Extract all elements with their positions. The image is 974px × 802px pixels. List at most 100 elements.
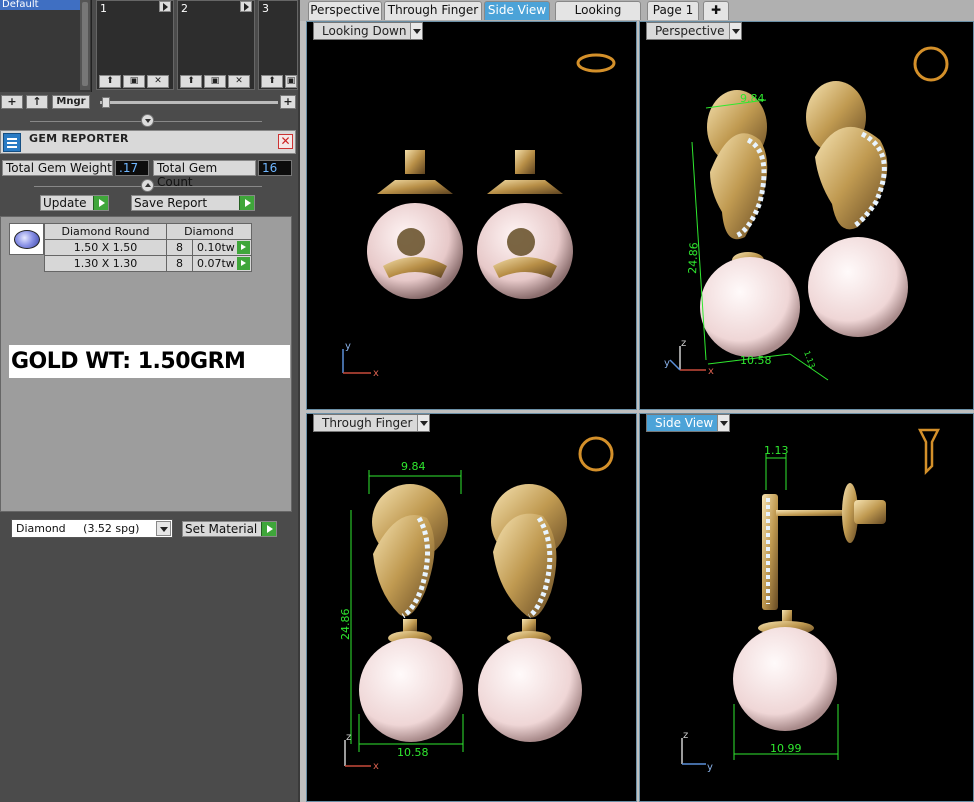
- chevron-down-icon[interactable]: [156, 521, 171, 536]
- play-icon[interactable]: [240, 1, 252, 12]
- viewport-perspective[interactable]: 9.84 24.86 10.58 1.13 z y x Perspective: [639, 21, 974, 410]
- go-arrow-icon[interactable]: [236, 257, 250, 270]
- dimension-width-top: 9.84: [740, 92, 765, 105]
- save-report-button[interactable]: Save Report: [131, 195, 255, 211]
- gold-weight-note: GOLD WT: 1.50GRM: [9, 345, 290, 378]
- axis-x-label: x: [708, 366, 714, 377]
- page-thumbnail-number: 1: [100, 2, 107, 15]
- pearl: [700, 257, 800, 357]
- dimension-width-bottom: 10.99: [770, 742, 802, 755]
- axis-y-label: y: [345, 341, 351, 352]
- delete-icon[interactable]: ✕: [147, 75, 169, 88]
- viewport-label-through-finger[interactable]: Through Finger: [313, 414, 430, 432]
- add-tab-icon[interactable]: ✚: [703, 1, 729, 20]
- gem-reporter-title: GEM REPORTER: [29, 132, 129, 145]
- gem-stats-row: Total Gem Weight .17 Total Gem Count 16: [0, 158, 298, 189]
- total-gem-count-value: 16: [258, 160, 292, 176]
- side-view-icon: [917, 428, 941, 476]
- go-arrow-icon[interactable]: [261, 522, 276, 536]
- viewport-label-side-view[interactable]: Side View: [646, 414, 731, 432]
- page-thumbnail-number: 3: [262, 2, 269, 15]
- dimension-width-bottom: 10.58: [740, 354, 772, 367]
- layer-list-scrollbar[interactable]: [80, 0, 90, 90]
- thumbnail-size-slider[interactable]: [100, 101, 278, 104]
- expand-icon[interactable]: [141, 179, 154, 192]
- slider-handle[interactable]: [102, 97, 110, 108]
- tab-perspective[interactable]: Perspective: [308, 1, 382, 20]
- viewport-through-finger[interactable]: 9.84 24.86 10.58 z x Through Finger: [306, 413, 637, 802]
- go-arrow-icon[interactable]: [93, 196, 108, 210]
- dimension-width-top: 9.84: [401, 460, 426, 473]
- page-thumbnail-1[interactable]: 1 ⬆ ▣ ✕: [96, 0, 174, 90]
- page-thumbnail-3[interactable]: 3 ⬆ ▣: [258, 0, 298, 90]
- material-select[interactable]: Diamond (3.52 spg): [11, 519, 173, 538]
- viewport-label-text: Perspective: [655, 24, 725, 38]
- pearl: [478, 638, 582, 742]
- gem-size-cell: 1.50 X 1.50: [44, 239, 167, 256]
- add-page-button[interactable]: +: [280, 95, 296, 109]
- move-up-icon[interactable]: ⬆: [261, 75, 283, 88]
- through-finger-render: 9.84 24.86 10.58 z x: [339, 436, 614, 772]
- layer-item-default[interactable]: Default: [0, 0, 80, 10]
- update-button-label: Update: [43, 196, 87, 210]
- viewport-side-view[interactable]: 1.13 10.99 z y Side View: [639, 413, 974, 802]
- play-icon[interactable]: [159, 1, 171, 12]
- chevron-down-icon[interactable]: [416, 415, 429, 431]
- total-gem-weight-label: Total Gem Weight: [2, 160, 113, 176]
- tab-looking-down[interactable]: Looking Down: [555, 1, 641, 34]
- earring-post: [405, 150, 425, 174]
- save-icon[interactable]: ▣: [285, 75, 297, 88]
- pearl: [733, 627, 837, 731]
- table-row: 1.50 X 1.50 8 0.10tw: [44, 239, 252, 256]
- move-up-icon[interactable]: ⬆: [99, 75, 121, 88]
- gem-report-table: Diamond Round Diamond 1.50 X 1.50 8 0.10…: [44, 223, 252, 272]
- axis-y-label: y: [707, 762, 713, 773]
- total-gem-count-label: Total Gem Count: [153, 160, 256, 189]
- dimension-height: 24.86: [339, 609, 352, 641]
- move-layer-up-button[interactable]: ↑: [26, 95, 48, 109]
- move-up-icon[interactable]: ⬆: [180, 75, 202, 88]
- table-row: 1.30 X 1.30 8 0.07tw: [44, 255, 252, 272]
- collapse-icon[interactable]: [141, 114, 154, 127]
- set-material-button[interactable]: Set Material: [182, 521, 277, 537]
- scrollbar-thumb[interactable]: [82, 2, 88, 86]
- viewport-looking-down[interactable]: y x Looking Down: [306, 21, 637, 410]
- viewport-label-looking-down[interactable]: Looking Down: [313, 22, 424, 40]
- gem-count-cell: 8: [166, 239, 193, 256]
- tab-side-view[interactable]: Side View: [484, 1, 550, 20]
- diamond-round-gem-icon: [9, 223, 44, 255]
- chevron-down-icon[interactable]: [410, 23, 423, 39]
- layer-manager-button[interactable]: Mngr: [52, 95, 90, 109]
- gem-count-cell: 8: [166, 255, 193, 272]
- layer-list[interactable]: Default: [0, 0, 92, 92]
- chevron-down-icon[interactable]: [728, 23, 741, 39]
- delete-icon[interactable]: ✕: [228, 75, 250, 88]
- dimension-width-top: 1.13: [764, 444, 789, 457]
- page-thumbnail-2[interactable]: 2 ⬆ ▣ ✕: [177, 0, 255, 90]
- total-gem-weight-value: .17: [115, 160, 149, 176]
- gem-size-cell: 1.30 X 1.30: [44, 255, 167, 272]
- axis-z-label: z: [346, 732, 351, 743]
- close-icon[interactable]: ✕: [278, 134, 293, 149]
- earring-post: [515, 150, 535, 174]
- update-button[interactable]: Update: [40, 195, 109, 211]
- axis-x-label: x: [373, 761, 379, 772]
- tab-through-finger[interactable]: Through Finger: [384, 1, 482, 20]
- save-icon[interactable]: ▣: [123, 75, 145, 88]
- axis-z-label: z: [683, 730, 688, 741]
- viewport-label-perspective[interactable]: Perspective: [646, 22, 742, 40]
- save-icon[interactable]: ▣: [204, 75, 226, 88]
- add-layer-button[interactable]: +: [1, 95, 23, 109]
- axis-x-label: x: [373, 368, 379, 379]
- dimension-height: 24.86: [686, 242, 701, 274]
- go-arrow-icon[interactable]: [236, 241, 250, 254]
- viewport-label-text: Through Finger: [322, 416, 413, 430]
- chevron-down-icon[interactable]: [717, 415, 730, 431]
- tab-page-1[interactable]: Page 1: [647, 1, 699, 20]
- material-select-value: Diamond (3.52 spg): [16, 522, 140, 535]
- through-finger-view-icon: [578, 436, 614, 472]
- gem-weight-text: 0.07tw: [197, 257, 235, 270]
- go-arrow-icon[interactable]: [239, 196, 254, 210]
- axis-y-label: y: [664, 358, 670, 369]
- gem-weight-cell: 0.10tw: [192, 239, 252, 256]
